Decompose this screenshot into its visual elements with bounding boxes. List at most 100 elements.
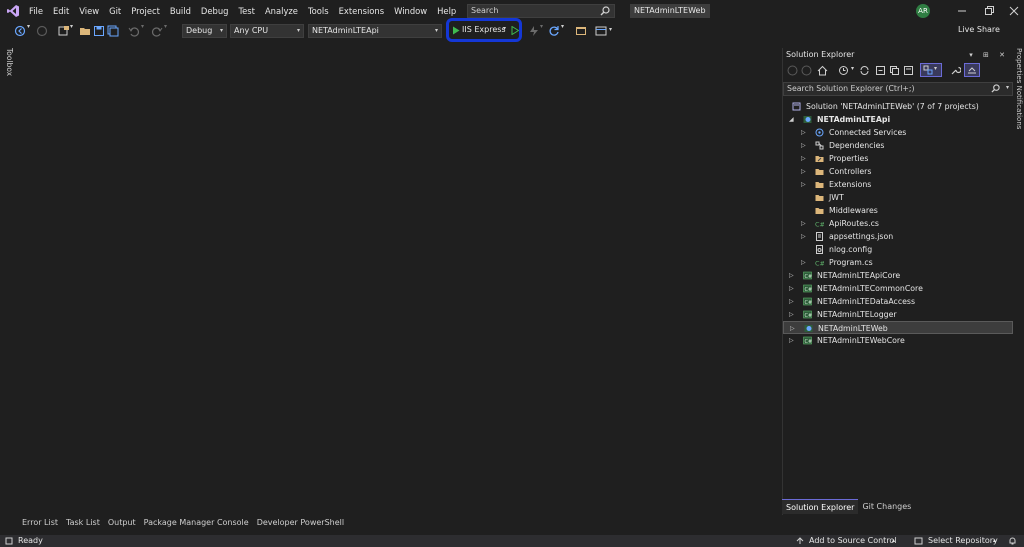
switch-views-button[interactable]: ▾ — [920, 63, 942, 77]
tree-item[interactable]: ◢ NETAdminLTEApi — [783, 113, 1013, 126]
live-share-button[interactable]: Live Share — [958, 25, 1000, 34]
tab-error-list[interactable]: Error List — [18, 516, 62, 530]
toolbox-tab[interactable]: Toolbox — [4, 48, 14, 84]
panel-window-buttons[interactable]: ▾ ⊞ ✕ — [969, 48, 1009, 62]
tree-item[interactable]: ▷ C# ApiRoutes.cs — [783, 217, 1013, 230]
tree-item[interactable]: JWT — [783, 191, 1013, 204]
collapsed-chevron-icon[interactable]: ▷ — [789, 295, 797, 308]
restore-icon[interactable] — [982, 4, 996, 18]
menu-item-edit[interactable]: Edit — [48, 0, 74, 22]
restart-icon[interactable] — [548, 25, 560, 37]
preview-icon[interactable] — [903, 65, 914, 76]
tab-task-list[interactable]: Task List — [62, 516, 104, 530]
menu-item-view[interactable]: View — [74, 0, 104, 22]
tree-item[interactable]: ▷ C# NETAdminLTEApiCore — [783, 269, 1013, 282]
collapsed-chevron-icon[interactable]: ▷ — [789, 334, 797, 347]
back-icon[interactable] — [787, 65, 798, 76]
tree-item[interactable]: ▷ NETAdminLTEWeb — [783, 321, 1013, 334]
solution-explorer-search-input[interactable]: Search Solution Explorer (Ctrl+;) ▾ — [783, 82, 1013, 96]
add-to-source-control-button[interactable]: Add to Source Control — [809, 535, 897, 547]
tree-item[interactable]: ▷ C# NETAdminLTELogger — [783, 308, 1013, 321]
collapsed-chevron-icon[interactable]: ▷ — [789, 269, 797, 282]
select-repository-button[interactable]: Select Repository — [928, 535, 998, 547]
visual-studio-logo-icon[interactable] — [6, 4, 20, 18]
tree-item[interactable]: ▷ Connected Services — [783, 126, 1013, 139]
browser-link-icon[interactable] — [575, 25, 587, 37]
menu-item-debug[interactable]: Debug — [196, 0, 234, 22]
save-icon[interactable] — [93, 25, 105, 37]
chevron-up-icon[interactable]: ▴ — [892, 535, 895, 547]
platform-dropdown[interactable]: Any CPU ▾ — [230, 24, 304, 38]
save-all-icon[interactable] — [107, 25, 119, 37]
tree-item[interactable]: ▷ C# Program.cs — [783, 256, 1013, 269]
menu-item-file[interactable]: File — [24, 0, 48, 22]
menu-item-analyze[interactable]: Analyze — [260, 0, 303, 22]
collapse-all-icon[interactable] — [875, 65, 886, 76]
minimize-icon[interactable] — [955, 4, 969, 18]
tree-item[interactable]: ▷ Controllers — [783, 165, 1013, 178]
sync-icon[interactable] — [859, 65, 870, 76]
collapsed-chevron-icon[interactable]: ▷ — [801, 152, 809, 165]
user-avatar[interactable]: AR — [916, 4, 930, 18]
configuration-dropdown[interactable]: Debug ▾ — [182, 24, 227, 38]
menu-item-project[interactable]: Project — [126, 0, 165, 22]
tree-item[interactable]: Solution 'NETAdminLTEWeb' (7 of 7 projec… — [783, 100, 1013, 113]
menu-item-extensions[interactable]: Extensions — [334, 0, 389, 22]
tab-developer-powershell[interactable]: Developer PowerShell — [253, 516, 348, 530]
forward-icon[interactable] — [801, 65, 812, 76]
tree-item[interactable]: ▷ Properties — [783, 152, 1013, 165]
close-icon[interactable] — [1007, 4, 1021, 18]
menu-item-window[interactable]: Window — [389, 0, 432, 22]
navigate-forward-icon[interactable] — [36, 25, 48, 37]
chevron-down-icon[interactable]: ▾ — [561, 23, 573, 35]
chevron-down-icon[interactable]: ▾ — [164, 23, 176, 35]
window-layout-icon[interactable] — [595, 25, 607, 37]
collapsed-chevron-icon[interactable]: ▷ — [789, 282, 797, 295]
start-without-debugging-icon[interactable] — [511, 26, 519, 35]
tree-item[interactable]: Middlewares — [783, 204, 1013, 217]
tree-item[interactable]: nlog.config — [783, 243, 1013, 256]
collapsed-chevron-icon[interactable]: ▷ — [801, 178, 809, 191]
tab-git-changes[interactable]: Git Changes — [858, 499, 915, 514]
preview-selected-items-button[interactable] — [964, 63, 980, 77]
redo-icon[interactable] — [151, 25, 163, 37]
undo-icon[interactable] — [128, 25, 140, 37]
tab-output[interactable]: Output — [104, 516, 140, 530]
start-debugging-icon[interactable] — [452, 26, 460, 35]
tree-item[interactable]: ▷ C# NETAdminLTEWebCore — [783, 334, 1013, 347]
collapsed-chevron-icon[interactable]: ▷ — [801, 165, 809, 178]
tree-item[interactable]: ▷ Extensions — [783, 178, 1013, 191]
startup-project-dropdown[interactable]: NETAdminLTEApi ▾ — [308, 24, 442, 38]
chevron-down-icon[interactable]: ▾ — [851, 65, 854, 72]
chevron-up-icon[interactable]: ▴ — [993, 535, 996, 547]
collapsed-chevron-icon[interactable]: ▷ — [801, 230, 809, 243]
search-input[interactable]: Search — [467, 4, 615, 18]
pending-changes-icon[interactable] — [838, 65, 849, 76]
menu-item-git[interactable]: Git — [104, 0, 126, 22]
expanded-chevron-icon[interactable]: ◢ — [789, 113, 797, 126]
run-target-button[interactable]: IIS Express — [462, 25, 506, 34]
properties-wrench-icon[interactable] — [950, 65, 961, 76]
navigate-back-icon[interactable] — [14, 25, 26, 37]
collapsed-chevron-icon[interactable]: ▷ — [801, 139, 809, 152]
solution-name-badge[interactable]: NETAdminLTEWeb — [630, 4, 710, 18]
open-folder-icon[interactable] — [79, 25, 91, 37]
tree-item[interactable]: ▷ C# NETAdminLTEDataAccess — [783, 295, 1013, 308]
show-all-files-icon[interactable] — [889, 65, 900, 76]
chevron-down-icon[interactable]: ▾ — [503, 25, 506, 32]
home-icon[interactable] — [817, 65, 828, 76]
collapsed-chevron-icon[interactable]: ▷ — [801, 256, 809, 269]
notifications-bell-icon[interactable] — [1008, 537, 1017, 545]
menu-item-tools[interactable]: Tools — [303, 0, 334, 22]
hot-reload-icon[interactable] — [528, 25, 540, 37]
tree-item[interactable]: ▷ C# NETAdminLTECommonCore — [783, 282, 1013, 295]
tab-solution-explorer[interactable]: Solution Explorer — [782, 499, 859, 514]
menu-item-test[interactable]: Test — [233, 0, 260, 22]
collapsed-chevron-icon[interactable]: ▷ — [789, 308, 797, 321]
tab-package-manager-console[interactable]: Package Manager Console — [140, 516, 253, 530]
tree-item[interactable]: ▷ appsettings.json — [783, 230, 1013, 243]
toolbar-overflow-icon[interactable]: ▾ — [609, 26, 621, 38]
tree-item[interactable]: ▷ Dependencies — [783, 139, 1013, 152]
menu-item-build[interactable]: Build — [165, 0, 196, 22]
new-project-icon[interactable] — [58, 25, 70, 37]
